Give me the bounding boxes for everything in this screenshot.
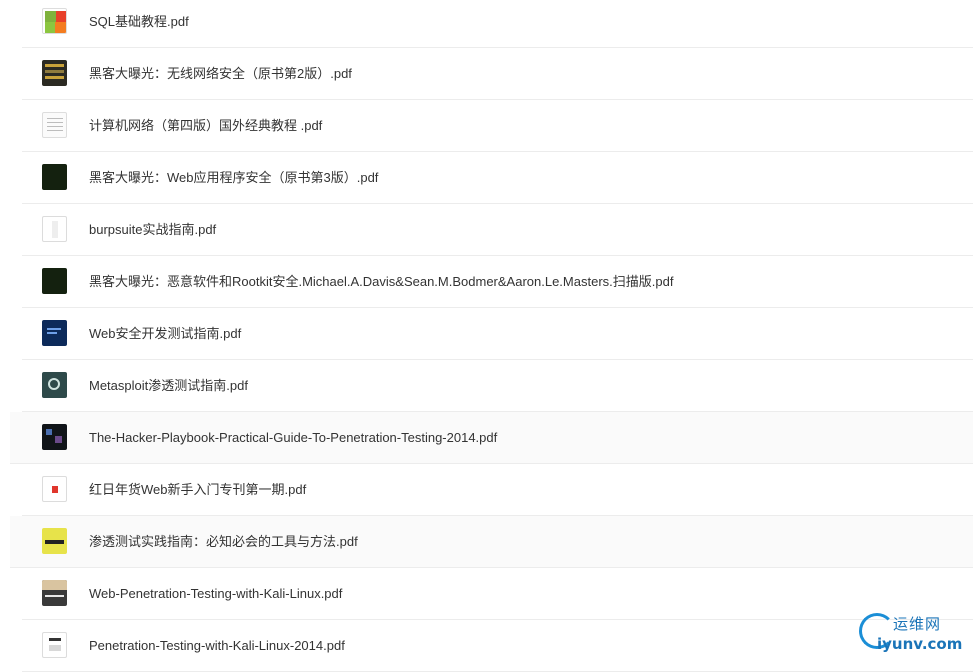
file-row[interactable]: burpsuite实战指南.pdf bbox=[22, 204, 973, 256]
file-row[interactable]: SQL基础教程.pdf bbox=[22, 0, 973, 48]
pdf-thumbnail-icon bbox=[42, 476, 67, 502]
file-name[interactable]: The-Hacker-Playbook-Practical-Guide-To-P… bbox=[89, 412, 497, 463]
pdf-thumbnail-icon bbox=[42, 320, 67, 346]
file-name[interactable]: burpsuite实战指南.pdf bbox=[89, 204, 216, 255]
file-row[interactable]: 红日年货Web新手入门专刊第一期.pdf bbox=[22, 464, 973, 516]
file-row[interactable]: Penetration-Testing-with-Kali-Linux-2014… bbox=[22, 620, 973, 672]
file-row[interactable]: 黑客大曝光：Web应用程序安全（原书第3版）.pdf bbox=[22, 152, 973, 204]
file-name[interactable]: Web-Penetration-Testing-with-Kali-Linux.… bbox=[89, 568, 342, 619]
file-name[interactable]: 计算机网络（第四版）国外经典教程 .pdf bbox=[89, 100, 322, 151]
file-name[interactable]: 红日年货Web新手入门专刊第一期.pdf bbox=[89, 464, 306, 515]
watermark-logo: 运维网 iyunv.com bbox=[857, 611, 967, 657]
pdf-thumbnail-icon bbox=[42, 60, 67, 86]
file-name[interactable]: 黑客大曝光：恶意软件和Rootkit安全.Michael.A.Davis&Sea… bbox=[89, 256, 673, 307]
file-name[interactable]: SQL基础教程.pdf bbox=[89, 0, 189, 47]
watermark-en: iyunv.com bbox=[877, 635, 963, 653]
pdf-thumbnail-icon bbox=[42, 8, 67, 34]
pdf-thumbnail-icon bbox=[42, 580, 67, 606]
file-row[interactable]: 黑客大曝光：恶意软件和Rootkit安全.Michael.A.Davis&Sea… bbox=[22, 256, 973, 308]
file-row[interactable]: 渗透测试实践指南：必知必会的工具与方法.pdf bbox=[10, 516, 973, 568]
file-name[interactable]: Metasploit渗透测试指南.pdf bbox=[89, 360, 248, 411]
watermark-cn: 运维网 bbox=[893, 615, 942, 633]
file-row[interactable]: 黑客大曝光：无线网络安全（原书第2版）.pdf bbox=[22, 48, 973, 100]
pdf-thumbnail-icon bbox=[42, 268, 67, 294]
file-row[interactable]: Web安全开发测试指南.pdf bbox=[22, 308, 973, 360]
file-name[interactable]: 黑客大曝光：Web应用程序安全（原书第3版）.pdf bbox=[89, 152, 378, 203]
file-list: SQL基础教程.pdf 黑客大曝光：无线网络安全（原书第2版）.pdf 计算机网… bbox=[0, 0, 973, 672]
file-row[interactable]: 计算机网络（第四版）国外经典教程 .pdf bbox=[22, 100, 973, 152]
pdf-thumbnail-icon bbox=[42, 632, 67, 658]
file-name[interactable]: 渗透测试实践指南：必知必会的工具与方法.pdf bbox=[89, 516, 358, 567]
pdf-thumbnail-icon bbox=[42, 528, 67, 554]
pdf-thumbnail-icon bbox=[42, 164, 67, 190]
file-name[interactable]: Penetration-Testing-with-Kali-Linux-2014… bbox=[89, 620, 345, 671]
pdf-thumbnail-icon bbox=[42, 372, 67, 398]
pdf-thumbnail-icon bbox=[42, 424, 67, 450]
file-name[interactable]: 黑客大曝光：无线网络安全（原书第2版）.pdf bbox=[89, 48, 352, 99]
file-row[interactable]: Web-Penetration-Testing-with-Kali-Linux.… bbox=[22, 568, 973, 620]
pdf-thumbnail-icon bbox=[42, 216, 67, 242]
file-name[interactable]: Web安全开发测试指南.pdf bbox=[89, 308, 241, 359]
file-row[interactable]: Metasploit渗透测试指南.pdf bbox=[22, 360, 973, 412]
pdf-thumbnail-icon bbox=[42, 112, 67, 138]
file-row[interactable]: The-Hacker-Playbook-Practical-Guide-To-P… bbox=[10, 412, 973, 464]
